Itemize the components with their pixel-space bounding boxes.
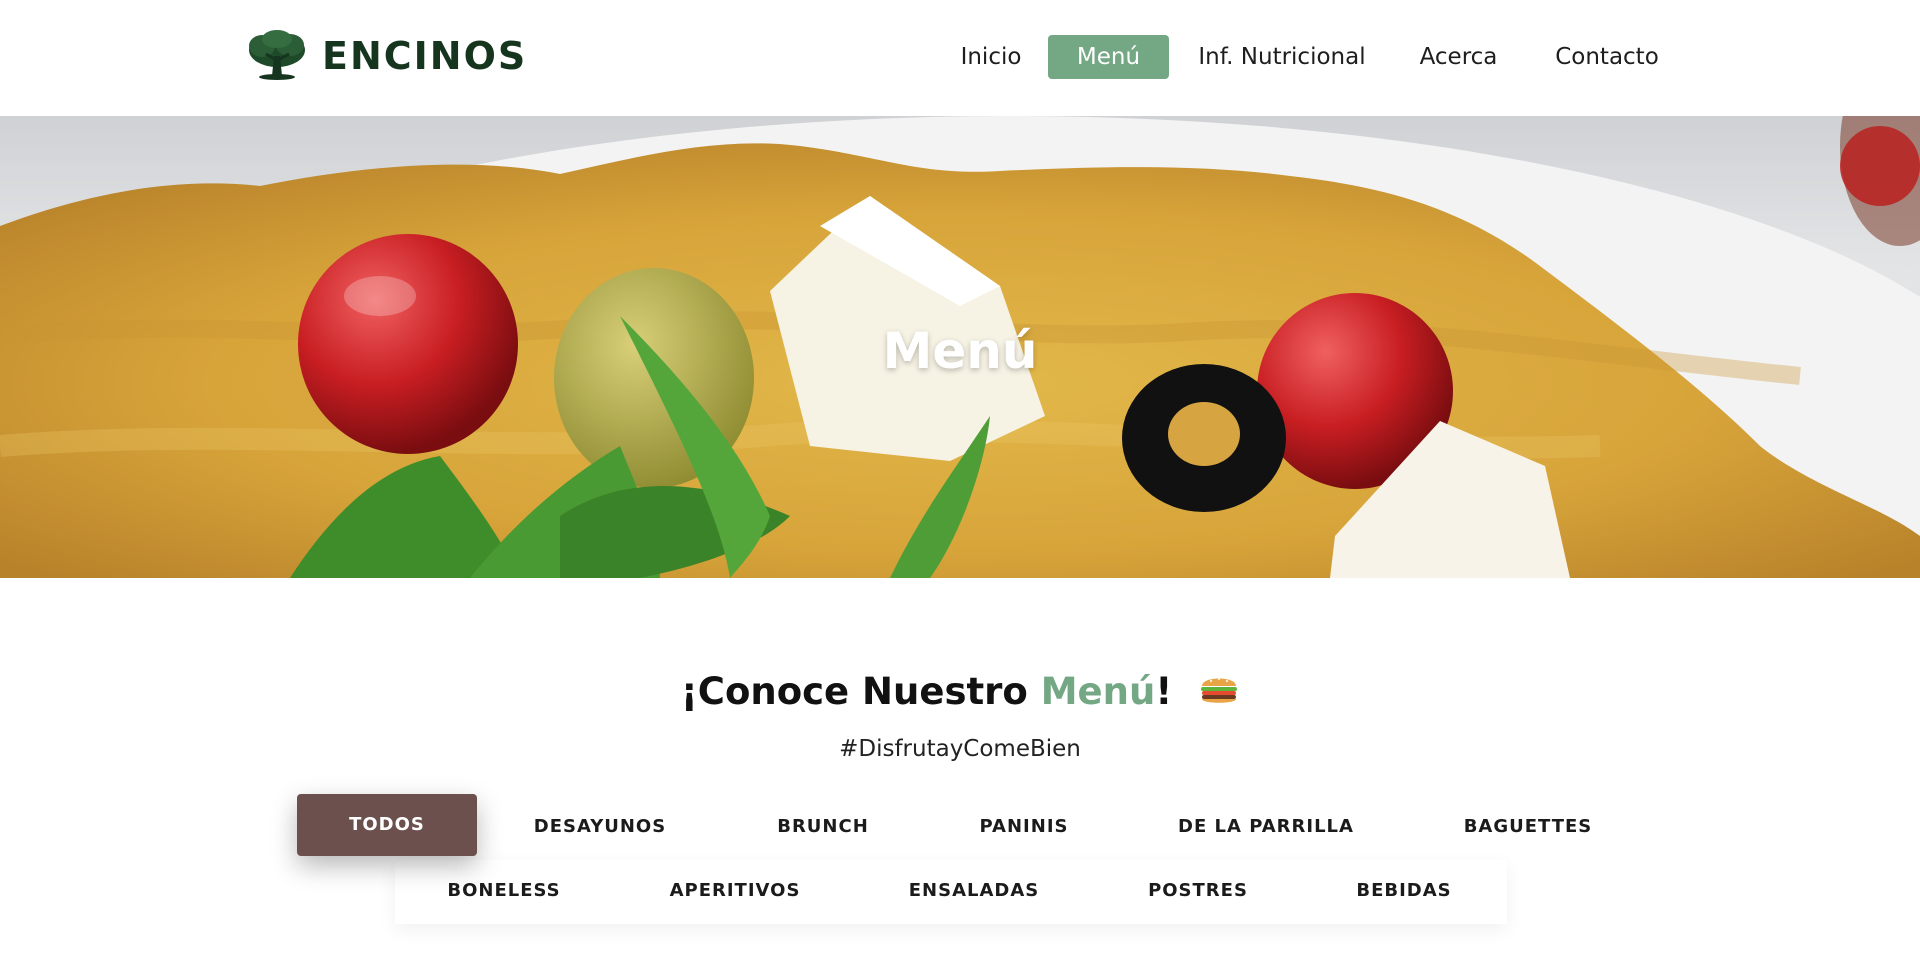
main-nav: Inicio Menú Inf. Nutricional Acerca Cont…: [0, 35, 1920, 79]
filter-ensaladas[interactable]: ENSALADAS: [884, 860, 1064, 922]
burger-icon: [1199, 672, 1239, 715]
site-header: ENCINOS Inicio Menú Inf. Nutricional Ace…: [0, 0, 1920, 116]
filter-paninis[interactable]: PANINIS: [950, 796, 1098, 858]
heading-suffix: !: [1155, 670, 1173, 713]
filter-bebidas[interactable]: BEBIDAS: [1334, 860, 1474, 922]
heading-prefix: ¡Conoce Nuestro: [680, 670, 1041, 713]
section-heading: ¡Conoce Nuestro Menú!: [0, 670, 1920, 715]
filter-aperitivos[interactable]: APERITIVOS: [650, 860, 820, 922]
nav-inicio[interactable]: Inicio: [945, 35, 1037, 79]
filter-brunch[interactable]: BRUNCH: [743, 796, 903, 858]
hero-banner: Menú: [0, 116, 1920, 578]
filter-boneless[interactable]: BONELESS: [424, 860, 584, 922]
filter-desayunos[interactable]: DESAYUNOS: [507, 796, 693, 858]
hero-title: Menú: [882, 322, 1038, 380]
nav-menu[interactable]: Menú: [1048, 35, 1169, 79]
heading-accent: Menú: [1040, 670, 1156, 713]
filter-de-la-parrilla[interactable]: DE LA PARRILLA: [1150, 796, 1382, 858]
tagline: #DisfrutayComeBien: [839, 736, 1081, 762]
filter-postres[interactable]: POSTRES: [1128, 860, 1268, 922]
filter-baguettes[interactable]: BAGUETTES: [1428, 796, 1628, 858]
nav-acerca[interactable]: Acerca: [1406, 35, 1511, 79]
nav-contacto[interactable]: Contacto: [1538, 35, 1676, 79]
filter-todos[interactable]: TODOS: [297, 794, 477, 856]
nav-nutritional-info[interactable]: Inf. Nutricional: [1187, 35, 1377, 79]
